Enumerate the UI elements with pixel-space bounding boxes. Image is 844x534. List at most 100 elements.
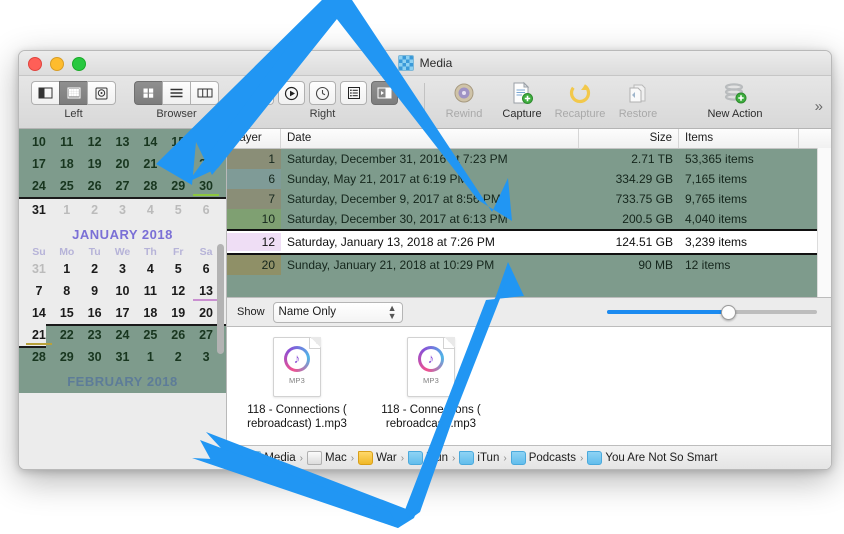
icon-view-icon[interactable]: [134, 81, 162, 105]
slider-knob[interactable]: [720, 305, 736, 320]
disk-icon[interactable]: [87, 81, 116, 105]
breadcrumb-item-mac[interactable]: Mac: [307, 451, 347, 465]
calendar-day[interactable]: 31: [25, 199, 53, 221]
calendar-day[interactable]: 21: [136, 153, 164, 175]
calendar-day[interactable]: 3: [192, 346, 220, 368]
calendar-day-15[interactable]: 15: [164, 131, 192, 153]
calendar-day[interactable]: 12: [164, 280, 192, 302]
calendar-day[interactable]: 26: [81, 175, 109, 197]
calendar-week-row[interactable]: 31 1 2 3 4 5 6: [19, 199, 226, 221]
calendar-day[interactable]: 5: [164, 258, 192, 280]
calendar-pane[interactable]: 10 11 12 13 14 15 16 17 18 19 20 21 22 2…: [19, 129, 227, 469]
calendar-scrollbar[interactable]: [217, 244, 224, 354]
calendar-day[interactable]: 3: [109, 258, 137, 280]
calendar-week-row[interactable]: 31 1 2 3 4 5 6: [19, 258, 226, 280]
calendar-day-30-marked[interactable]: 30: [192, 175, 220, 197]
table-row[interactable]: 6 Sunday, May 21, 2017 at 6:19 PM 334.29…: [227, 169, 831, 189]
zoom-button[interactable]: [72, 57, 86, 71]
calendar-day-21-marked[interactable]: 21: [25, 324, 53, 346]
calendar-day[interactable]: 11: [53, 131, 81, 153]
calendar-day[interactable]: 20: [192, 302, 220, 324]
calendar-week-row[interactable]: 21 22 23 24 25 26 27: [19, 324, 226, 346]
calendar-day[interactable]: 16: [81, 302, 109, 324]
calendar-week-row[interactable]: 7 8 9 10 11 12 13: [19, 280, 226, 302]
table-row[interactable]: 1 Saturday, December 31, 2016 at 7:23 PM…: [227, 149, 831, 169]
calendar-week-row[interactable]: 10 11 12 13 14 15 16: [19, 131, 226, 153]
calendar-day[interactable]: 18: [136, 302, 164, 324]
table-row-layer-7[interactable]: 7 Saturday, December 9, 2017 at 8:56 PM …: [227, 189, 831, 209]
calendar-day[interactable]: 4: [136, 258, 164, 280]
table-row[interactable]: 10 Saturday, December 30, 2017 at 6:13 P…: [227, 209, 831, 229]
calendar-day[interactable]: 23: [81, 324, 109, 346]
breadcrumb-item-war[interactable]: War: [358, 451, 397, 465]
calendar-day[interactable]: 22: [164, 153, 192, 175]
calendar-day[interactable]: 11: [136, 280, 164, 302]
show-mode-popup[interactable]: Name Only ▲ ▼: [272, 301, 403, 323]
calendar-day[interactable]: 19: [164, 302, 192, 324]
calendar-day[interactable]: 10: [109, 280, 137, 302]
breadcrumb-item-podcasts[interactable]: Podcasts: [510, 451, 576, 465]
column-view-icon[interactable]: [190, 81, 219, 105]
breadcrumb-item-itunes-1[interactable]: iTun: [408, 451, 448, 465]
calendar-day[interactable]: 24: [25, 175, 53, 197]
calendar-day[interactable]: 26: [164, 324, 192, 346]
close-button[interactable]: [28, 57, 42, 71]
calendar-day[interactable]: 24: [109, 324, 137, 346]
rewind-button[interactable]: Rewind: [435, 76, 493, 120]
breadcrumb-item-you-are-not-so-smart[interactable]: You Are Not So Smart: [587, 451, 717, 465]
traffic-lights[interactable]: [28, 57, 86, 71]
list-icon[interactable]: [340, 81, 367, 105]
calendar-day[interactable]: 5: [164, 199, 192, 221]
calendar-day[interactable]: 22: [53, 324, 81, 346]
calendar-day[interactable]: 27: [109, 175, 137, 197]
column-header-size[interactable]: Size: [579, 129, 679, 148]
play-icon[interactable]: [278, 81, 305, 105]
calendar-day-13-marked[interactable]: 13: [192, 280, 220, 302]
calendar-day[interactable]: 13: [109, 131, 137, 153]
calendar-day[interactable]: 1: [136, 346, 164, 368]
calendar-day[interactable]: 25: [53, 175, 81, 197]
calendar-day[interactable]: 30: [81, 346, 109, 368]
calendar-week-row[interactable]: 14 15 16 17 18 19 20: [19, 302, 226, 324]
calendar-day[interactable]: 28: [25, 346, 53, 368]
list-view-icon[interactable]: [162, 81, 190, 105]
calendar-day[interactable]: 4: [136, 199, 164, 221]
calendar-day[interactable]: 18: [53, 153, 81, 175]
calendar-day[interactable]: 17: [25, 153, 53, 175]
calendar-day[interactable]: 2: [164, 346, 192, 368]
minimize-button[interactable]: [50, 57, 64, 71]
calendar-day[interactable]: 6: [192, 258, 220, 280]
calendar-day[interactable]: 28: [136, 175, 164, 197]
calendar-day[interactable]: 8: [53, 280, 81, 302]
capture-button[interactable]: Capture: [493, 76, 551, 120]
column-header-date[interactable]: Date: [281, 129, 579, 148]
inspector-toggle-icon[interactable]: [371, 81, 398, 105]
calendar-day[interactable]: 3: [109, 199, 137, 221]
breadcrumb-item-itunes-2[interactable]: iTun: [459, 451, 499, 465]
calendar-day[interactable]: 23: [192, 153, 220, 175]
calendar-day[interactable]: 2: [81, 258, 109, 280]
calendar-day[interactable]: 10: [25, 131, 53, 153]
list-item[interactable]: ♪ MP3 118 - Connections ( rebroadcast) 1…: [239, 337, 355, 445]
calendar-day[interactable]: 19: [81, 153, 109, 175]
calendar-week-row[interactable]: 24 25 26 27 28 29 30: [19, 175, 226, 197]
table-row-selected[interactable]: 12 Saturday, January 13, 2018 at 7:26 PM…: [227, 229, 831, 255]
calendar-day[interactable]: 20: [109, 153, 137, 175]
calendar-day[interactable]: 31: [25, 258, 53, 280]
calendar-day[interactable]: 9: [81, 280, 109, 302]
column-header-layer[interactable]: Layer: [227, 129, 281, 148]
calendar-day[interactable]: 6: [192, 199, 220, 221]
toolbar-overflow-button[interactable]: »: [815, 98, 823, 115]
calendar-week-row[interactable]: 28 29 30 31 1 2 3: [19, 346, 226, 368]
slider-track[interactable]: [607, 305, 817, 320]
calendar-day[interactable]: 14: [136, 131, 164, 153]
recapture-button[interactable]: Recapture: [551, 76, 609, 120]
browser-view-segmented-control[interactable]: [134, 81, 219, 105]
calendar-day[interactable]: 29: [164, 175, 192, 197]
info-icon[interactable]: [247, 81, 274, 105]
new-action-button[interactable]: New Action: [693, 76, 777, 120]
calendar-day[interactable]: 16: [192, 131, 220, 153]
calendar-day[interactable]: 1: [53, 258, 81, 280]
calendar-day[interactable]: 7: [25, 280, 53, 302]
table-row[interactable]: 20 Sunday, January 21, 2018 at 10:29 PM …: [227, 255, 831, 275]
